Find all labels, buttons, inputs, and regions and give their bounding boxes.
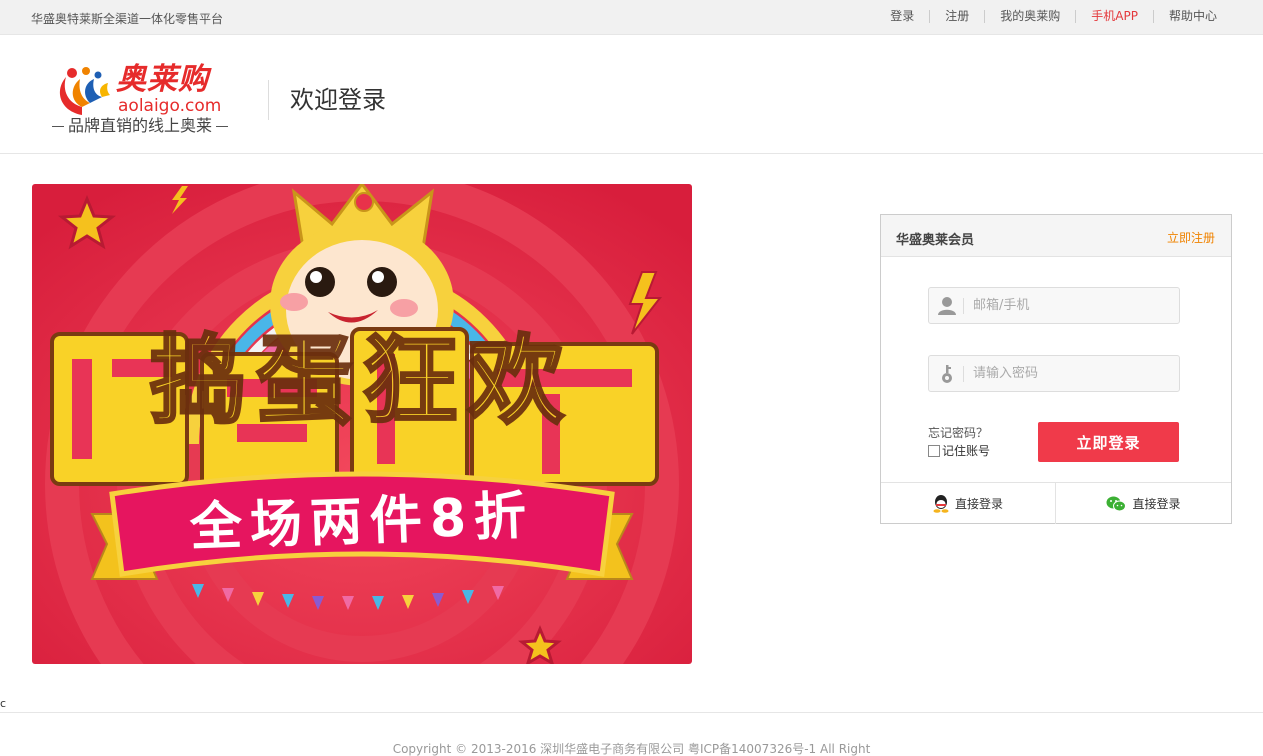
remember-account-checkbox[interactable]: 记住账号 — [928, 442, 990, 459]
wechat-login-label: 直接登录 — [1132, 497, 1181, 511]
nav-register-link[interactable]: 注册 — [929, 10, 984, 23]
logo-domain: aolaigo.com — [118, 96, 222, 116]
login-panel: 华盛奥莱会员 立即注册 忘记密码？ 记住账号 立即登录 — [880, 214, 1232, 524]
password-field[interactable] — [928, 355, 1180, 392]
qq-login-link[interactable]: 直接登录 — [881, 483, 1056, 524]
nav-my-account-link[interactable]: 我的奥莱购 — [984, 10, 1075, 23]
top-nav: 登录 注册 我的奥莱购 手机APP 帮助中心 — [875, 10, 1217, 23]
checkbox-box[interactable] — [928, 444, 940, 457]
site-header: 奥莱购 aolaigo.com 品牌直销的线上奥莱 欢迎登录 — [0, 35, 1263, 154]
nav-mobile-app-link[interactable]: 手机APP — [1075, 10, 1153, 23]
page-title: 欢迎登录 — [290, 86, 386, 114]
social-login-bar: 直接登录 直接登录 — [881, 482, 1231, 524]
username-input[interactable] — [973, 288, 1173, 323]
nav-help-center-link[interactable]: 帮助中心 — [1152, 10, 1217, 23]
logo-tagline: 品牌直销的线上奥莱 — [48, 117, 244, 135]
register-now-link[interactable]: 立即注册 — [1167, 229, 1215, 246]
header-divider — [268, 80, 269, 120]
site-slogan: 华盛奥特莱斯全渠道一体化零售平台 — [31, 12, 224, 26]
logo-mark-icon — [59, 67, 110, 115]
promo-banner[interactable]: 捣蛋狂欢 全场两件8折 — [32, 184, 692, 664]
username-field[interactable] — [928, 287, 1180, 324]
key-icon — [942, 365, 952, 383]
top-bar: 华盛奥特莱斯全渠道一体化零售平台 登录 注册 我的奥莱购 手机APP 帮助中心 — [0, 0, 1263, 35]
logo-chinese-name: 奥莱购 — [116, 62, 209, 97]
login-panel-title: 华盛奥莱会员 — [896, 233, 975, 248]
stray-text: c — [0, 697, 7, 710]
wechat-icon — [1106, 496, 1127, 511]
login-submit-button[interactable]: 立即登录 — [1038, 422, 1179, 462]
qq-login-label: 直接登录 — [954, 497, 1003, 511]
user-icon — [938, 297, 956, 315]
qq-icon — [933, 494, 949, 513]
wechat-login-link[interactable]: 直接登录 — [1056, 483, 1231, 524]
logo-tagline-text: 品牌直销的线上奥莱 — [68, 116, 213, 135]
banner-headline: 捣蛋狂欢 — [149, 325, 574, 438]
password-input[interactable] — [973, 356, 1173, 391]
remember-account-label: 记住账号 — [942, 444, 991, 458]
nav-login-link[interactable]: 登录 — [875, 10, 929, 23]
login-panel-header: 华盛奥莱会员 立即注册 — [881, 215, 1231, 257]
site-footer: Copyright © 2013-2016 深圳华盛电子商务有限公司 粤ICP备… — [0, 712, 1263, 756]
forgot-password-link[interactable]: 忘记密码？ — [928, 424, 988, 441]
site-logo[interactable]: 奥莱购 aolaigo.com 品牌直销的线上奥莱 — [48, 63, 248, 137]
copyright-text: Copyright © 2013-2016 深圳华盛电子商务有限公司 粤ICP备… — [392, 742, 871, 756]
